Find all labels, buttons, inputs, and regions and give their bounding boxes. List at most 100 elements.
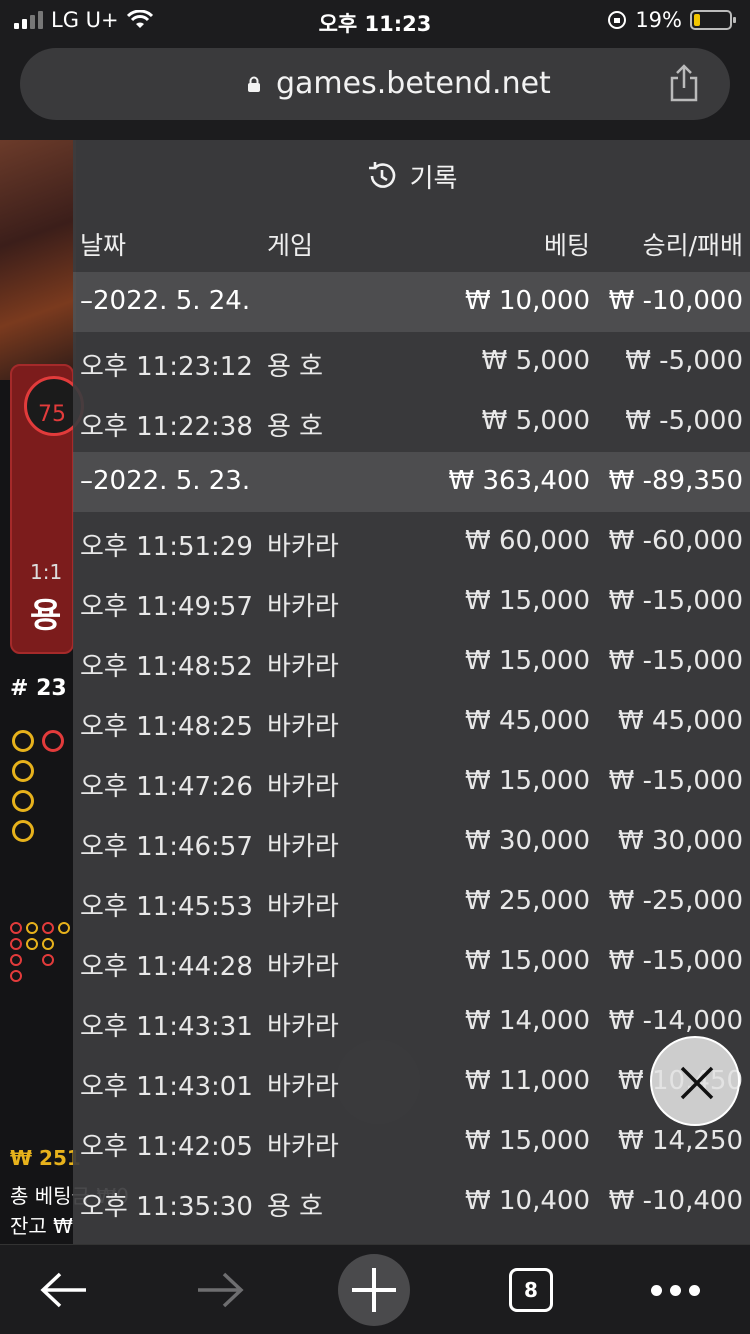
row-result: ₩ 45,000 [618,706,743,736]
status-right: 19% [607,8,736,32]
row-game: 바카라 [267,652,339,682]
row-result: ₩ -15,000 [608,946,743,976]
row-result: ₩ -60,000 [608,526,743,556]
row-result: ₩ -5,000 [625,346,743,376]
back-button[interactable] [28,1245,100,1334]
row-game: 바카라 [267,592,339,622]
browser-toolbar: 8 [0,1244,750,1334]
row-game: 바카라 [267,1132,339,1162]
small-road-dot [10,970,22,982]
history-title: 기록 [409,163,458,194]
more-icon-dot [650,1284,662,1296]
row-bet: ₩ 5,000 [481,406,590,436]
status-bar: LG U+ 오후 11:23 19% [0,0,750,42]
row-result: ₩ -5,000 [625,406,743,436]
history-row: 오후 11:47:26 바카라 ₩ 15,000 ₩ -15,000 [73,752,750,812]
row-time: –2022. 5. 24. [80,286,251,316]
row-result: ₩ -15,000 [608,586,743,616]
forward-button[interactable] [184,1245,256,1334]
row-bet: ₩ 30,000 [465,826,590,856]
road-dot [12,790,34,812]
small-road-dot [26,938,38,950]
row-bet: ₩ 25,000 [465,886,590,916]
history-row: 오후 11:44:28 바카라 ₩ 15,000 ₩ -15,000 [73,932,750,992]
row-result: ₩ -15,000 [608,766,743,796]
history-row: 오후 11:35:30 용 호 ₩ 10,400 ₩ -10,400 [73,1172,750,1232]
battery-percent: 19% [635,8,682,32]
row-time: 오후 11:51:29 [80,532,253,562]
row-game: 바카라 [267,712,339,742]
url-text: games.betend.net [276,66,551,101]
road-dot [12,730,34,752]
row-time: 오후 11:43:31 [80,1012,253,1042]
share-icon[interactable] [668,64,700,102]
row-game: 바카라 [267,532,339,562]
row-bet: ₩ 15,000 [465,586,590,616]
history-row: 오후 11:49:57 바카라 ₩ 15,000 ₩ -15,000 [73,572,750,632]
row-bet: ₩ 45,000 [465,706,590,736]
close-icon [680,1066,714,1100]
row-time: 오후 11:45:53 [80,892,253,922]
address-bar[interactable]: games.betend.net [20,48,730,120]
header-date: 날짜 [80,231,127,260]
more-button[interactable] [640,1245,710,1334]
row-result: ₩ -25,000 [608,886,743,916]
row-bet: ₩ 15,000 [465,1126,590,1156]
new-tab-button[interactable] [336,1245,412,1334]
more-icon-dot [669,1284,681,1296]
row-bet: ₩ 14,000 [465,1006,590,1036]
history-row: 오후 11:43:01바카라₩ 11,000₩ 10,450 [73,1052,750,1112]
browser-header: games.betend.net [0,42,750,140]
road-dot [42,730,64,752]
battery-icon [690,10,736,30]
row-result: ₩ 30,000 [618,826,743,856]
close-button[interactable] [650,1036,740,1126]
row-game: 바카라 [267,1012,339,1042]
small-road-dot [42,922,54,934]
small-road-dot [42,938,54,950]
row-time: 오후 11:49:57 [80,592,253,622]
row-result: ₩ 14,250 [618,1126,743,1156]
header-game: 게임 [267,231,314,260]
row-game: 용 호 [267,1192,324,1222]
row-bet: ₩ 15,000 [465,766,590,796]
row-time: 오후 11:42:05 [80,1132,253,1162]
history-row: 오후 11:45:53 바카라 ₩ 25,000 ₩ -25,000 [73,872,750,932]
road-dot [12,820,34,842]
row-result: ₩ -14,000 [608,1006,743,1036]
row-time: 오후 11:35:30 [80,1192,253,1222]
row-time: 오후 11:44:28 [80,952,253,982]
row-result: ₩ -89,350 [608,466,743,496]
history-row: 오후 11:48:52 바카라 ₩ 15,000 ₩ -15,000 [73,632,750,692]
bet-name-label: 용 [30,596,62,636]
row-bet: ₩ 10,400 [465,1186,590,1216]
row-time: 오후 11:23:12 [80,352,253,382]
tabs-button[interactable]: 8 [506,1245,556,1334]
row-game: 용 호 [267,412,324,442]
row-bet: ₩ 15,000 [465,646,590,676]
row-time: 오후 11:48:52 [80,652,253,682]
row-game: 바카라 [267,832,339,862]
row-game: 바카라 [267,952,339,982]
row-time: 오후 11:43:01 [80,1072,253,1102]
history-row: 오후 11:42:05 바카라 ₩ 15,000 ₩ 14,250 [73,1112,750,1172]
row-time: 오후 11:47:26 [80,772,253,802]
history-row: 오후 11:51:29 바카라 ₩ 60,000 ₩ -60,000 [73,512,750,572]
small-road-dot [26,922,38,934]
header-bet: 베팅 [543,231,590,260]
row-game: 바카라 [267,772,339,802]
history-row: 오후 11:43:31 바카라 ₩ 14,000 ₩ -14,000 [73,992,750,1052]
lock-icon [248,76,260,92]
balance-label: 잔고 ₩ [10,1214,73,1238]
small-road-dot [58,922,70,934]
row-game: 바카라 [267,1072,339,1102]
small-road-dot [10,938,22,950]
row-result: ₩ -15,000 [608,646,743,676]
row-bet: ₩ 10,000 [465,286,590,316]
row-game: 바카라 [267,892,339,922]
small-road-dot [10,922,22,934]
row-result: ₩ -10,000 [608,286,743,316]
row-bet: ₩ 60,000 [465,526,590,556]
road-dot [12,760,34,782]
small-road-dot [10,954,22,966]
